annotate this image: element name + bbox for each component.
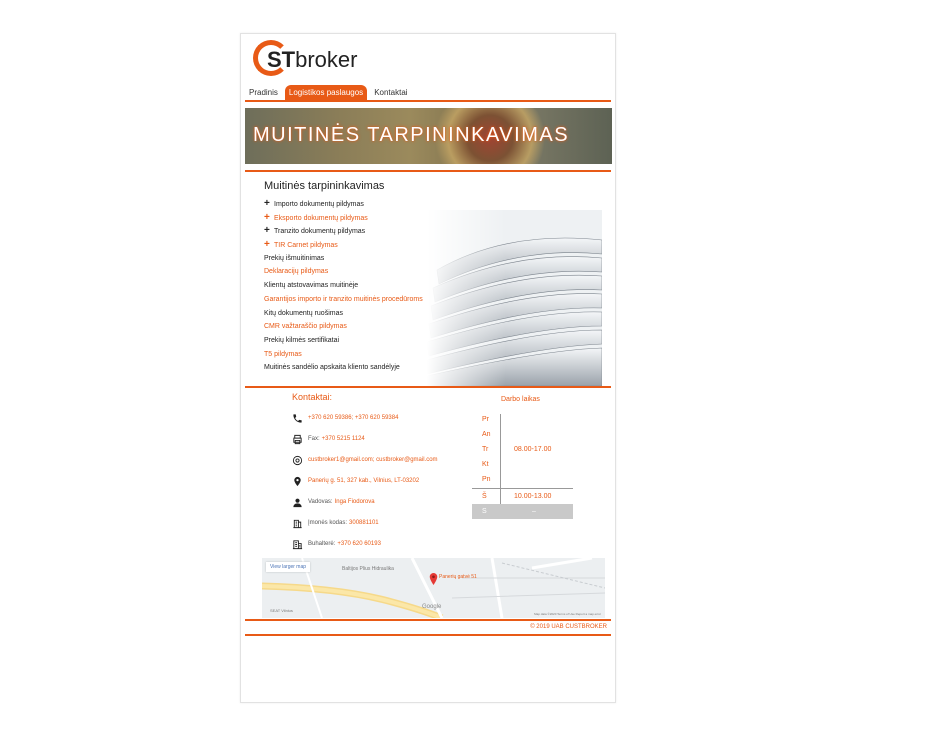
hours-row-tuesday: An bbox=[482, 431, 491, 438]
hours-title: Darbo laikas bbox=[501, 396, 540, 403]
manager-value: Inga Fiodorova bbox=[334, 499, 375, 505]
copyright-text: © 2019 UAB CUSTBROKER bbox=[530, 624, 607, 630]
email-value[interactable]: custbroker1@gmail.com; custbroker@gmail.… bbox=[308, 457, 438, 463]
plus-icon: + bbox=[264, 198, 270, 209]
nav-item-kontaktai[interactable]: Kontaktai bbox=[370, 85, 411, 100]
contact-address: Panerių g. 51, 327 kab., Vilnius, LT-032… bbox=[292, 474, 419, 488]
service-t5[interactable]: T5 pildymas bbox=[264, 348, 464, 362]
service-warehouse-accounting[interactable]: Muitinės sandėlio apskaita kliento sandė… bbox=[264, 361, 464, 375]
hero-banner: MUITINĖS TARPININKAVIMAS bbox=[245, 108, 612, 164]
page-container: STbroker Pradinis Logistikos paslaugos K… bbox=[240, 33, 616, 703]
contact-accountant: Buhalterė: +370 620 60193 bbox=[292, 537, 381, 551]
banner-title: MUITINĖS TARPININKAVIMAS bbox=[253, 124, 570, 146]
accountant-label: Buhalterė: bbox=[308, 541, 336, 547]
main-nav: Pradinis Logistikos paslaugos Kontaktai bbox=[245, 84, 412, 100]
site-logo[interactable]: STbroker bbox=[253, 39, 393, 79]
map-pin-label: Panerių gatvė 51 bbox=[439, 574, 477, 580]
plus-icon: + bbox=[264, 239, 270, 251]
service-cmr[interactable]: CMR važtaraščio pildymas bbox=[264, 320, 464, 334]
plus-icon: + bbox=[264, 225, 270, 237]
banner-divider bbox=[245, 170, 611, 172]
contacts-title: Kontaktai: bbox=[292, 392, 333, 402]
service-tir-carnet[interactable]: + TIR Carnet pildymas bbox=[264, 238, 464, 252]
service-transit-docs[interactable]: + Tranzito dokumentų pildymas bbox=[264, 224, 464, 238]
contact-manager: Vadovas: Inga Fiodorova bbox=[292, 495, 375, 509]
fax-icon bbox=[292, 434, 303, 445]
building-icon bbox=[292, 518, 303, 529]
manager-label: Vadovas: bbox=[308, 499, 333, 505]
service-customs-clearance[interactable]: Prekių išmuitinimas bbox=[264, 252, 464, 266]
service-guarantees[interactable]: Garantijos importo ir tranzito muitinės … bbox=[264, 293, 464, 307]
footer-top-divider bbox=[245, 619, 611, 621]
phone-icon bbox=[292, 413, 303, 424]
address-value[interactable]: Panerių g. 51, 327 kab., Vilnius, LT-032… bbox=[308, 478, 419, 484]
map-pin-icon bbox=[429, 572, 438, 590]
hours-row-monday: Pr bbox=[482, 416, 489, 423]
email-icon bbox=[292, 455, 303, 466]
map-place-label: Baltijos Plius Hidraulika bbox=[342, 566, 394, 572]
nav-divider bbox=[245, 100, 611, 102]
company-code-value: 300881101 bbox=[349, 520, 379, 526]
map-attribution[interactable]: Map data ©2020 Terms of Use Report a map… bbox=[534, 612, 601, 616]
google-map-embed[interactable]: View larger map Baltijos Plius Hidraulik… bbox=[262, 558, 605, 618]
office-icon bbox=[292, 539, 303, 550]
services-divider bbox=[245, 386, 611, 388]
company-code-label: Įmonės kodas: bbox=[308, 520, 348, 526]
logo-text: broker bbox=[295, 47, 358, 72]
nav-item-pradinis[interactable]: Pradinis bbox=[245, 85, 282, 100]
service-origin-certificates[interactable]: Prekių kilmės sertifikatai bbox=[264, 334, 464, 348]
fax-label: Fax: bbox=[308, 436, 320, 442]
contact-fax: Fax: +370 5215 1124 bbox=[292, 432, 365, 446]
hours-row-thursday: Kt bbox=[482, 461, 489, 468]
service-export-docs[interactable]: + Eksporto dokumentų pildymas bbox=[264, 211, 464, 225]
contact-email: custbroker1@gmail.com; custbroker@gmail.… bbox=[292, 453, 438, 467]
phone-value[interactable]: +370 620 59386; +370 620 59384 bbox=[308, 415, 398, 421]
service-import-docs[interactable]: + Importo dokumentų pildymas bbox=[264, 197, 464, 211]
services-heading: Muitinės tarpininkavimas bbox=[264, 180, 385, 192]
contact-phone: +370 620 59386; +370 620 59384 bbox=[292, 411, 398, 425]
service-client-representation[interactable]: Klientų atstovavimas muitinėje bbox=[264, 279, 464, 293]
location-pin-icon bbox=[292, 476, 303, 487]
hours-row-friday: Pn bbox=[482, 476, 491, 483]
logo-text-bold: ST bbox=[267, 47, 296, 72]
map-place-label: SEAT Vilnius bbox=[270, 608, 293, 613]
hours-row-sunday: S – bbox=[472, 504, 573, 519]
view-larger-map-link[interactable]: View larger map bbox=[266, 562, 311, 572]
plus-icon: + bbox=[264, 211, 270, 223]
fax-value[interactable]: +370 5215 1124 bbox=[322, 436, 365, 442]
footer-bottom-divider bbox=[245, 634, 611, 636]
services-list: + Importo dokumentų pildymas + Eksporto do… bbox=[264, 197, 464, 375]
service-other-docs[interactable]: Kitų dokumentų ruošimas bbox=[264, 307, 464, 321]
hours-row-saturday: Š 10.00-13.00 bbox=[482, 493, 552, 500]
person-icon bbox=[292, 497, 303, 508]
weekday-time: 08.00-17.00 bbox=[514, 446, 552, 453]
accountant-value[interactable]: +370 620 60193 bbox=[337, 541, 381, 547]
contact-company-code: Įmonės kodas: 300881101 bbox=[292, 516, 379, 530]
google-logo: Google bbox=[422, 604, 442, 610]
nav-item-logistikos-paslaugos[interactable]: Logistikos paslaugos bbox=[284, 85, 368, 100]
service-declarations[interactable]: Deklaracijų pildymas bbox=[264, 265, 464, 279]
hours-row-wednesday: Tr 08.00-17.00 bbox=[472, 442, 573, 457]
